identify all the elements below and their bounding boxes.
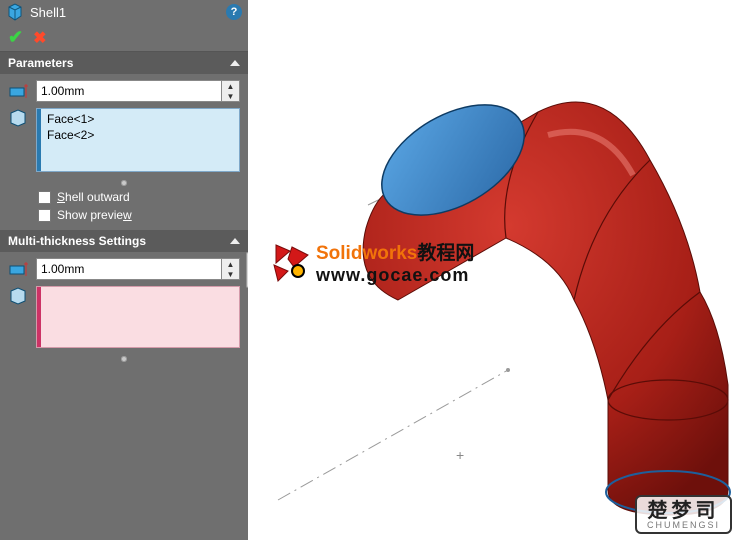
collapse-icon bbox=[230, 60, 240, 66]
section-multi-header[interactable]: Multi-thickness Settings bbox=[0, 230, 248, 252]
multi-thickness-input[interactable] bbox=[36, 258, 222, 280]
ok-button[interactable]: ✔ bbox=[8, 27, 23, 48]
thickness-row: ▲ ▼ bbox=[8, 80, 240, 102]
model-3d bbox=[248, 0, 740, 540]
multi-faces-row bbox=[8, 286, 240, 348]
thickness-icon bbox=[8, 80, 30, 100]
section-parameters-header[interactable]: Parameters bbox=[0, 52, 248, 74]
thickness-down-button[interactable]: ▼ bbox=[222, 91, 239, 101]
confirm-row: ✔ ✖ bbox=[0, 24, 248, 52]
feature-title-row: Shell1 ? bbox=[0, 0, 248, 24]
multi-thickness-down-button[interactable]: ▼ bbox=[222, 269, 239, 279]
section-parameters-body: ▲ ▼ Face<1> Face<2> Shell outward bbox=[0, 74, 248, 230]
drag-dot-icon bbox=[121, 356, 127, 362]
faces-icon bbox=[8, 108, 30, 128]
thickness-spin-buttons: ▲ ▼ bbox=[222, 80, 240, 102]
thickness-up-button[interactable]: ▲ bbox=[222, 81, 239, 91]
shell-outward-label: Shell outward bbox=[57, 190, 130, 204]
multi-thickness-up-button[interactable]: ▲ bbox=[222, 259, 239, 269]
feature-name: Shell1 bbox=[30, 5, 220, 20]
faces-row: Face<1> Face<2> bbox=[8, 108, 240, 172]
graphics-viewport[interactable]: + Solidworks教程网 www.gocae.com 楚梦司 CHUMEN… bbox=[248, 0, 740, 540]
list-item[interactable]: Face<1> bbox=[37, 111, 239, 127]
shell-outward-checkbox[interactable]: Shell outward bbox=[8, 188, 240, 206]
cancel-button[interactable]: ✖ bbox=[33, 28, 46, 48]
shell-feature-icon bbox=[6, 3, 24, 21]
list-item[interactable]: Face<2> bbox=[37, 127, 239, 143]
multi-faces-list[interactable] bbox=[36, 286, 240, 348]
show-preview-checkbox[interactable]: Show preview bbox=[8, 206, 240, 224]
thickness-icon bbox=[8, 258, 30, 278]
section-multi-title: Multi-thickness Settings bbox=[8, 234, 146, 248]
multi-thickness-spinner: ▲ ▼ bbox=[36, 258, 240, 280]
section-multi-body: ▲ ▼ bbox=[0, 252, 248, 370]
help-icon[interactable]: ? bbox=[226, 4, 242, 20]
section-parameters-title: Parameters bbox=[8, 56, 73, 70]
thickness-spinner: ▲ ▼ bbox=[36, 80, 240, 102]
collapse-icon bbox=[230, 238, 240, 244]
drag-dot-icon bbox=[121, 180, 127, 186]
faces-list[interactable]: Face<1> Face<2> bbox=[36, 108, 240, 172]
thickness-input[interactable] bbox=[36, 80, 222, 102]
show-preview-label: Show preview bbox=[57, 208, 132, 222]
checkbox-box-icon bbox=[38, 191, 51, 204]
checkbox-box-icon bbox=[38, 209, 51, 222]
property-panel: Shell1 ? ✔ ✖ Parameters ▲ ▼ bbox=[0, 0, 248, 540]
faces-icon bbox=[8, 286, 30, 306]
multi-thickness-row: ▲ ▼ bbox=[8, 258, 240, 280]
multi-thickness-spin-buttons: ▲ ▼ bbox=[222, 258, 240, 280]
